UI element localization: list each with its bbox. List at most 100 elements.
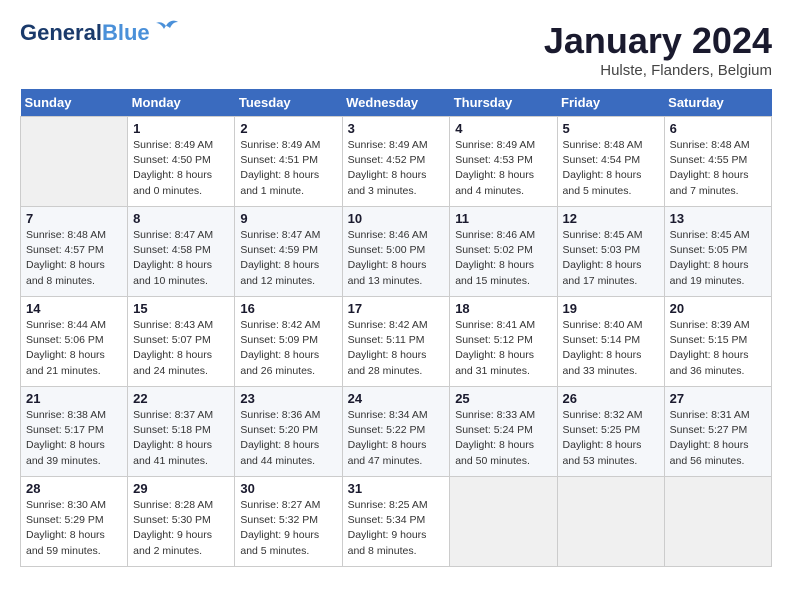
day-detail: Sunrise: 8:49 AM Sunset: 4:50 PM Dayligh… bbox=[133, 138, 229, 199]
calendar-cell: 17 Sunrise: 8:42 AM Sunset: 5:11 PM Dayli… bbox=[342, 297, 450, 387]
day-detail: Sunrise: 8:41 AM Sunset: 5:12 PM Dayligh… bbox=[455, 318, 551, 379]
calendar-cell: 25 Sunrise: 8:33 AM Sunset: 5:24 PM Dayli… bbox=[450, 387, 557, 477]
calendar-cell bbox=[664, 477, 771, 567]
calendar-cell: 2 Sunrise: 8:49 AM Sunset: 4:51 PM Daylig… bbox=[235, 117, 342, 207]
day-detail: Sunrise: 8:45 AM Sunset: 5:03 PM Dayligh… bbox=[563, 228, 659, 289]
day-number: 29 bbox=[133, 481, 229, 496]
calendar-cell: 7Sunrise: 8:48 AM Sunset: 4:57 PM Daylig… bbox=[21, 207, 128, 297]
calendar-week-5: 28 Sunrise: 8:30 AM Sunset: 5:29 PM Dayli… bbox=[21, 477, 772, 567]
calendar-cell: 21 Sunrise: 8:38 AM Sunset: 5:17 PM Dayli… bbox=[21, 387, 128, 477]
page-header: General Blue January 2024 Hulste, Flande… bbox=[20, 20, 772, 79]
day-detail: Sunrise: 8:46 AM Sunset: 5:02 PM Dayligh… bbox=[455, 228, 551, 289]
header-saturday: Saturday bbox=[664, 89, 771, 117]
calendar-header-row: SundayMondayTuesdayWednesdayThursdayFrid… bbox=[21, 89, 772, 117]
day-detail: Sunrise: 8:28 AM Sunset: 5:30 PM Dayligh… bbox=[133, 498, 229, 559]
calendar-week-2: 7Sunrise: 8:48 AM Sunset: 4:57 PM Daylig… bbox=[21, 207, 772, 297]
day-detail: Sunrise: 8:48 AM Sunset: 4:55 PM Dayligh… bbox=[670, 138, 766, 199]
day-number: 21 bbox=[26, 391, 122, 406]
calendar-cell: 19 Sunrise: 8:40 AM Sunset: 5:14 PM Dayli… bbox=[557, 297, 664, 387]
location-subtitle: Hulste, Flanders, Belgium bbox=[544, 62, 772, 79]
day-number: 3 bbox=[348, 121, 445, 136]
day-number: 20 bbox=[670, 301, 766, 316]
calendar-cell: 15 Sunrise: 8:43 AM Sunset: 5:07 PM Dayli… bbox=[128, 297, 235, 387]
calendar-cell: 27 Sunrise: 8:31 AM Sunset: 5:27 PM Dayli… bbox=[664, 387, 771, 477]
header-friday: Friday bbox=[557, 89, 664, 117]
day-number: 12 bbox=[563, 211, 659, 226]
day-detail: Sunrise: 8:39 AM Sunset: 5:15 PM Dayligh… bbox=[670, 318, 766, 379]
calendar-cell bbox=[21, 117, 128, 207]
day-detail: Sunrise: 8:42 AM Sunset: 5:09 PM Dayligh… bbox=[240, 318, 336, 379]
day-number: 25 bbox=[455, 391, 551, 406]
day-number: 18 bbox=[455, 301, 551, 316]
day-detail: Sunrise: 8:49 AM Sunset: 4:51 PM Dayligh… bbox=[240, 138, 336, 199]
day-detail: Sunrise: 8:27 AM Sunset: 5:32 PM Dayligh… bbox=[240, 498, 336, 559]
day-number: 19 bbox=[563, 301, 659, 316]
day-detail: Sunrise: 8:47 AM Sunset: 4:58 PM Dayligh… bbox=[133, 228, 229, 289]
day-number: 11 bbox=[455, 211, 551, 226]
calendar-cell: 14 Sunrise: 8:44 AM Sunset: 5:06 PM Dayli… bbox=[21, 297, 128, 387]
day-number: 30 bbox=[240, 481, 336, 496]
day-number: 1 bbox=[133, 121, 229, 136]
day-detail: Sunrise: 8:49 AM Sunset: 4:53 PM Dayligh… bbox=[455, 138, 551, 199]
day-detail: Sunrise: 8:30 AM Sunset: 5:29 PM Dayligh… bbox=[26, 498, 122, 559]
day-detail: Sunrise: 8:48 AM Sunset: 4:54 PM Dayligh… bbox=[563, 138, 659, 199]
calendar-cell: 3 Sunrise: 8:49 AM Sunset: 4:52 PM Daylig… bbox=[342, 117, 450, 207]
day-number: 17 bbox=[348, 301, 445, 316]
calendar-cell: 30 Sunrise: 8:27 AM Sunset: 5:32 PM Dayli… bbox=[235, 477, 342, 567]
calendar-cell: 24Sunrise: 8:34 AM Sunset: 5:22 PM Dayli… bbox=[342, 387, 450, 477]
calendar-cell: 10 Sunrise: 8:46 AM Sunset: 5:00 PM Dayli… bbox=[342, 207, 450, 297]
day-number: 31 bbox=[348, 481, 445, 496]
day-detail: Sunrise: 8:43 AM Sunset: 5:07 PM Dayligh… bbox=[133, 318, 229, 379]
calendar-cell: 5Sunrise: 8:48 AM Sunset: 4:54 PM Daylig… bbox=[557, 117, 664, 207]
day-detail: Sunrise: 8:49 AM Sunset: 4:52 PM Dayligh… bbox=[348, 138, 445, 199]
day-number: 15 bbox=[133, 301, 229, 316]
calendar-cell: 22Sunrise: 8:37 AM Sunset: 5:18 PM Dayli… bbox=[128, 387, 235, 477]
day-detail: Sunrise: 8:34 AM Sunset: 5:22 PM Dayligh… bbox=[348, 408, 445, 469]
calendar-cell: 28 Sunrise: 8:30 AM Sunset: 5:29 PM Dayli… bbox=[21, 477, 128, 567]
calendar-cell: 8 Sunrise: 8:47 AM Sunset: 4:58 PM Daylig… bbox=[128, 207, 235, 297]
calendar-cell: 29 Sunrise: 8:28 AM Sunset: 5:30 PM Dayli… bbox=[128, 477, 235, 567]
day-number: 28 bbox=[26, 481, 122, 496]
day-number: 27 bbox=[670, 391, 766, 406]
calendar-cell: 23 Sunrise: 8:36 AM Sunset: 5:20 PM Dayli… bbox=[235, 387, 342, 477]
calendar-cell: 4 Sunrise: 8:49 AM Sunset: 4:53 PM Daylig… bbox=[450, 117, 557, 207]
logo-bird-icon bbox=[152, 18, 180, 40]
day-number: 9 bbox=[240, 211, 336, 226]
day-number: 23 bbox=[240, 391, 336, 406]
calendar-cell bbox=[557, 477, 664, 567]
calendar-week-4: 21 Sunrise: 8:38 AM Sunset: 5:17 PM Dayli… bbox=[21, 387, 772, 477]
day-number: 2 bbox=[240, 121, 336, 136]
day-detail: Sunrise: 8:31 AM Sunset: 5:27 PM Dayligh… bbox=[670, 408, 766, 469]
calendar-cell: 18 Sunrise: 8:41 AM Sunset: 5:12 PM Dayli… bbox=[450, 297, 557, 387]
day-detail: Sunrise: 8:33 AM Sunset: 5:24 PM Dayligh… bbox=[455, 408, 551, 469]
calendar-cell bbox=[450, 477, 557, 567]
logo-blue: Blue bbox=[102, 20, 150, 46]
header-tuesday: Tuesday bbox=[235, 89, 342, 117]
calendar-cell: 20 Sunrise: 8:39 AM Sunset: 5:15 PM Dayli… bbox=[664, 297, 771, 387]
day-detail: Sunrise: 8:36 AM Sunset: 5:20 PM Dayligh… bbox=[240, 408, 336, 469]
calendar-week-3: 14 Sunrise: 8:44 AM Sunset: 5:06 PM Dayli… bbox=[21, 297, 772, 387]
day-detail: Sunrise: 8:46 AM Sunset: 5:00 PM Dayligh… bbox=[348, 228, 445, 289]
calendar-table: SundayMondayTuesdayWednesdayThursdayFrid… bbox=[20, 89, 772, 567]
day-detail: Sunrise: 8:40 AM Sunset: 5:14 PM Dayligh… bbox=[563, 318, 659, 379]
calendar-week-1: 1 Sunrise: 8:49 AM Sunset: 4:50 PM Daylig… bbox=[21, 117, 772, 207]
day-detail: Sunrise: 8:42 AM Sunset: 5:11 PM Dayligh… bbox=[348, 318, 445, 379]
day-number: 26 bbox=[563, 391, 659, 406]
logo-general: General bbox=[20, 20, 102, 46]
day-number: 4 bbox=[455, 121, 551, 136]
day-detail: Sunrise: 8:25 AM Sunset: 5:34 PM Dayligh… bbox=[348, 498, 445, 559]
day-number: 14 bbox=[26, 301, 122, 316]
day-number: 8 bbox=[133, 211, 229, 226]
header-thursday: Thursday bbox=[450, 89, 557, 117]
calendar-cell: 31 Sunrise: 8:25 AM Sunset: 5:34 PM Dayli… bbox=[342, 477, 450, 567]
title-block: January 2024 Hulste, Flanders, Belgium bbox=[544, 20, 772, 79]
day-number: 13 bbox=[670, 211, 766, 226]
day-detail: Sunrise: 8:38 AM Sunset: 5:17 PM Dayligh… bbox=[26, 408, 122, 469]
calendar-cell: 6 Sunrise: 8:48 AM Sunset: 4:55 PM Daylig… bbox=[664, 117, 771, 207]
day-number: 6 bbox=[670, 121, 766, 136]
day-number: 10 bbox=[348, 211, 445, 226]
day-detail: Sunrise: 8:47 AM Sunset: 4:59 PM Dayligh… bbox=[240, 228, 336, 289]
day-number: 22 bbox=[133, 391, 229, 406]
month-title: January 2024 bbox=[544, 20, 772, 62]
day-detail: Sunrise: 8:44 AM Sunset: 5:06 PM Dayligh… bbox=[26, 318, 122, 379]
